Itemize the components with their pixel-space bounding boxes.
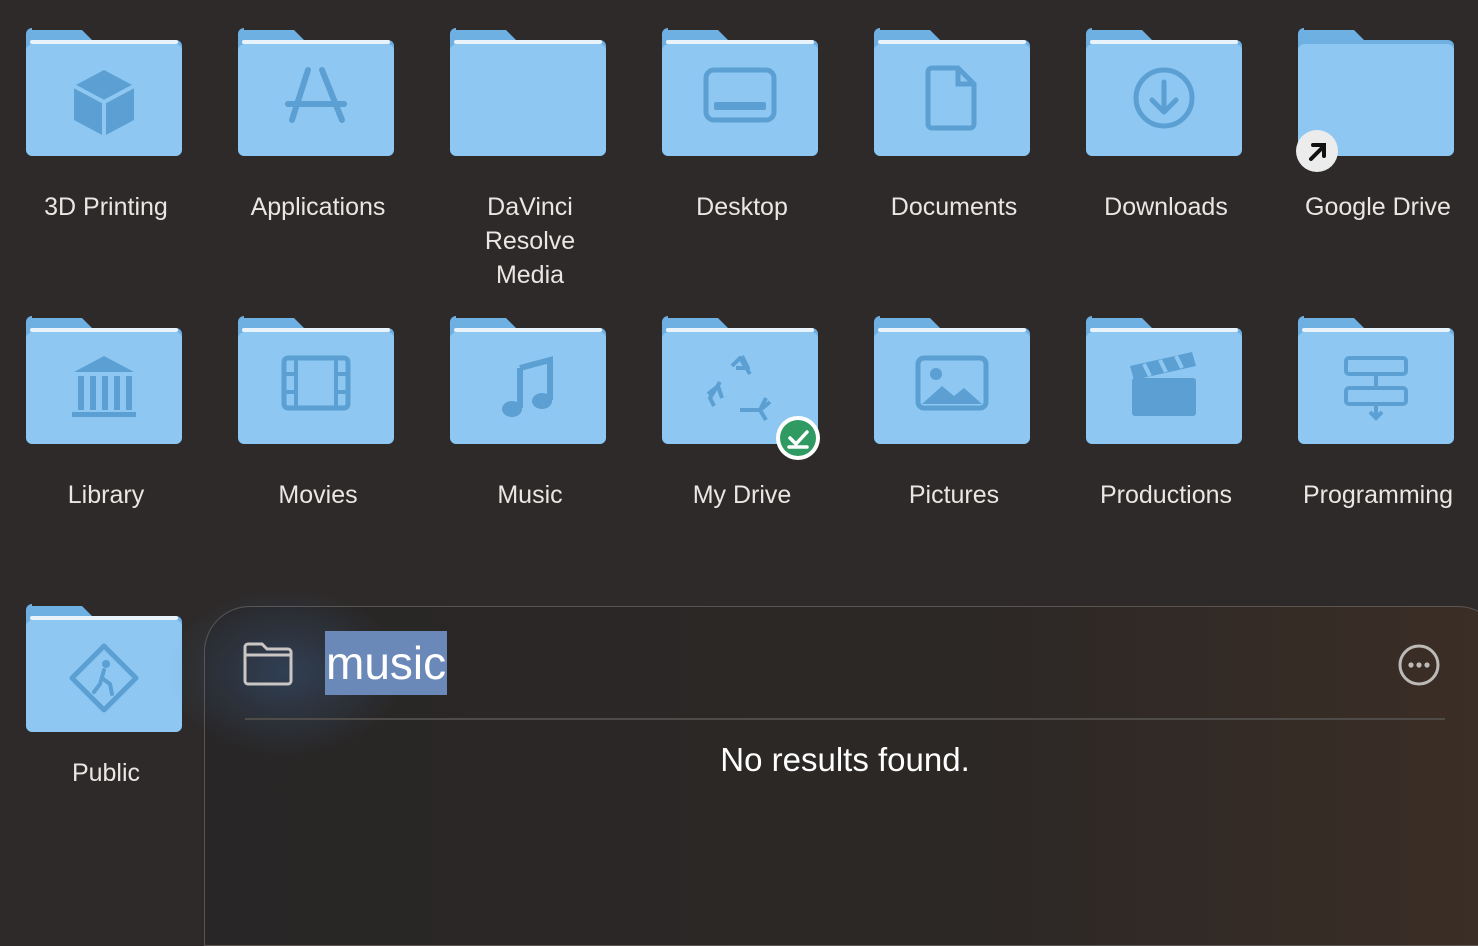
folder-programming[interactable]: Programming bbox=[1272, 316, 1478, 516]
folder-music[interactable]: Music bbox=[424, 316, 636, 516]
folder-icon bbox=[26, 604, 182, 732]
music-note-icon bbox=[502, 356, 553, 417]
folder-desktop[interactable]: Desktop bbox=[636, 28, 848, 228]
folder-label: Library bbox=[67, 481, 145, 509]
folder-label: Documents bbox=[890, 193, 1018, 221]
folder-google-drive[interactable]: Google Drive bbox=[1272, 28, 1478, 228]
folder-outline-icon bbox=[243, 642, 293, 686]
folder-pictures[interactable]: Pictures bbox=[848, 316, 1060, 516]
folder-label: Public bbox=[71, 759, 141, 787]
folder-icon bbox=[874, 316, 1030, 444]
folder-label: Applications bbox=[250, 193, 386, 221]
folder-icon bbox=[450, 28, 606, 156]
synced-check-icon bbox=[776, 416, 820, 460]
desktop-icon bbox=[703, 67, 777, 123]
folder-label: Google Drive bbox=[1305, 193, 1451, 221]
download-icon bbox=[1133, 67, 1195, 129]
folder-icon bbox=[662, 28, 818, 156]
folder-applications[interactable]: Applications bbox=[212, 28, 424, 228]
folder-icon bbox=[238, 316, 394, 444]
folder-documents[interactable]: Documents bbox=[848, 28, 1060, 228]
folder-icon bbox=[450, 316, 606, 444]
picture-icon bbox=[915, 355, 989, 411]
document-icon bbox=[925, 65, 977, 131]
spotlight-divider bbox=[245, 718, 1445, 720]
folder-label: 3D Printing bbox=[44, 193, 168, 221]
folder-library[interactable]: Library bbox=[0, 316, 212, 516]
film-icon bbox=[281, 355, 351, 411]
folder-public[interactable]: Public bbox=[0, 604, 212, 804]
folder-icon bbox=[874, 28, 1030, 156]
alias-arrow-icon bbox=[1296, 130, 1338, 172]
cube-icon bbox=[73, 70, 135, 136]
folder-downloads[interactable]: Downloads bbox=[1060, 28, 1272, 228]
folder-icon bbox=[1086, 316, 1242, 444]
folder-icon bbox=[1086, 28, 1242, 156]
app-store-icon bbox=[285, 67, 347, 123]
folder-3d-printing[interactable]: 3D Printing bbox=[0, 28, 212, 228]
library-icon bbox=[72, 356, 136, 417]
spotlight-search-input[interactable]: music bbox=[325, 631, 448, 695]
folder-icon bbox=[1298, 316, 1454, 444]
spotlight-search-panel: music No results found. bbox=[165, 587, 1478, 946]
folder-label: Pictures bbox=[908, 481, 1000, 509]
folder-label: My Drive bbox=[692, 481, 792, 509]
ellipsis-circle-icon[interactable] bbox=[1397, 643, 1441, 687]
folder-label: DaVinci Resolve Media bbox=[484, 193, 576, 289]
flowchart-icon bbox=[1344, 356, 1408, 421]
folder-label: Music bbox=[497, 481, 563, 509]
pedestrian-sign-icon bbox=[69, 643, 139, 713]
folder-icon bbox=[238, 28, 394, 156]
folder-label: Productions bbox=[1099, 481, 1233, 509]
folder-label: Desktop bbox=[696, 193, 788, 221]
folder-my-drive[interactable]: My Drive bbox=[636, 316, 848, 516]
folder-label: Movies bbox=[278, 481, 358, 509]
folder-davinci-resolve-media[interactable]: DaVinci Resolve Media bbox=[424, 28, 636, 289]
folder-label: Downloads bbox=[1104, 193, 1228, 221]
folder-icon bbox=[26, 28, 182, 156]
folder-label: Programming bbox=[1302, 481, 1454, 509]
folder-movies[interactable]: Movies bbox=[212, 316, 424, 516]
folder-productions[interactable]: Productions bbox=[1060, 316, 1272, 516]
clapperboard-icon bbox=[1130, 352, 1196, 416]
no-results-message: No results found. bbox=[720, 741, 970, 778]
folder-icon bbox=[26, 316, 182, 444]
